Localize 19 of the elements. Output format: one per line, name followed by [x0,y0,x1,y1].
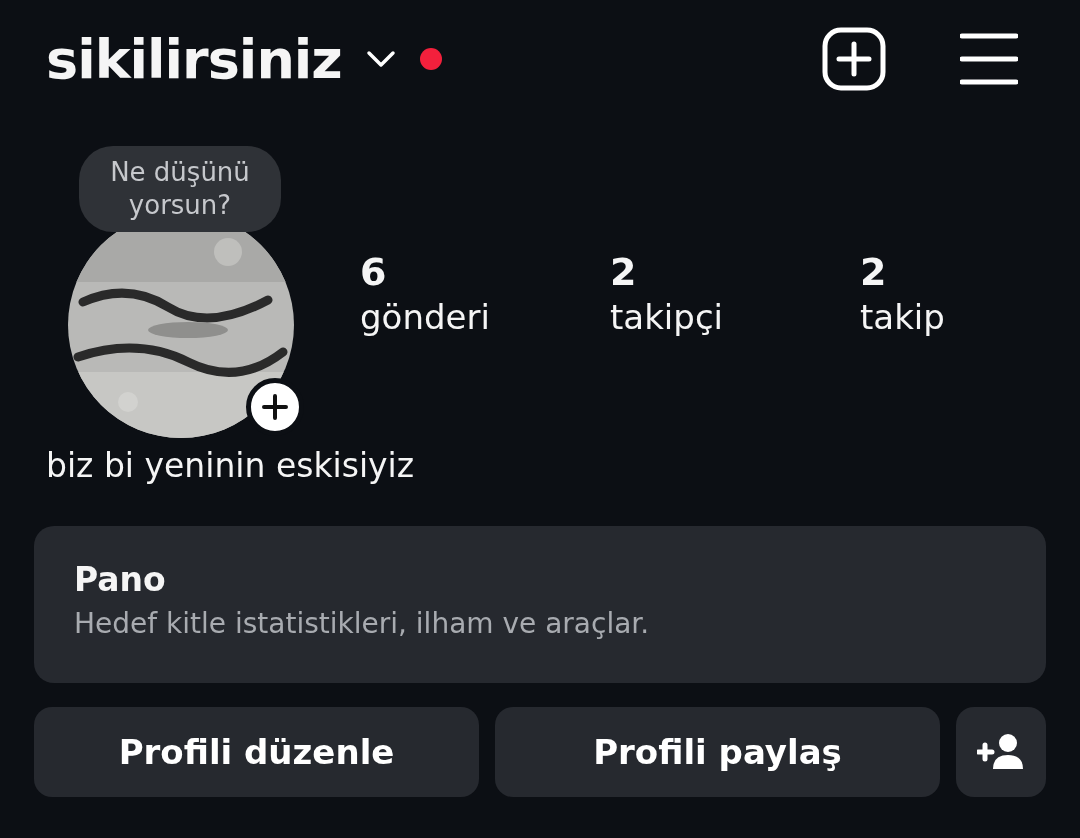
add-person-icon [977,733,1025,771]
new-post-icon[interactable] [822,27,886,91]
note-tooltip[interactable]: Ne düşünü yorsun? [79,146,281,232]
edit-profile-button[interactable]: Profili düzenle [34,707,479,797]
stat-label[interactable]: takip [860,294,945,340]
stat-count[interactable]: 2 [860,250,887,294]
stat-label[interactable]: takipçi [610,294,724,340]
dashboard-subtitle: Hedef kitle istatistikleri, ilham ve araçlar. [74,606,651,642]
dashboard-title: Pano [74,560,167,600]
username[interactable]: sikilirsiniz [46,18,342,100]
dashboard-card[interactable]: Pano Hedef kitle istatistikleri, ilham ve araçlar. [34,526,1046,683]
stat-label[interactable]: gönderi [360,294,490,340]
share-profile-button[interactable]: Profili paylaş [495,707,940,797]
stat-count[interactable]: 2 [610,250,637,294]
add-person-button[interactable] [956,707,1046,797]
menu-icon[interactable] [960,33,1018,85]
chevron-down-icon[interactable] [365,50,396,68]
bio-text: biz bi yeninin eskisiyiz [45,445,416,487]
stat-count[interactable]: 6 [360,250,387,294]
